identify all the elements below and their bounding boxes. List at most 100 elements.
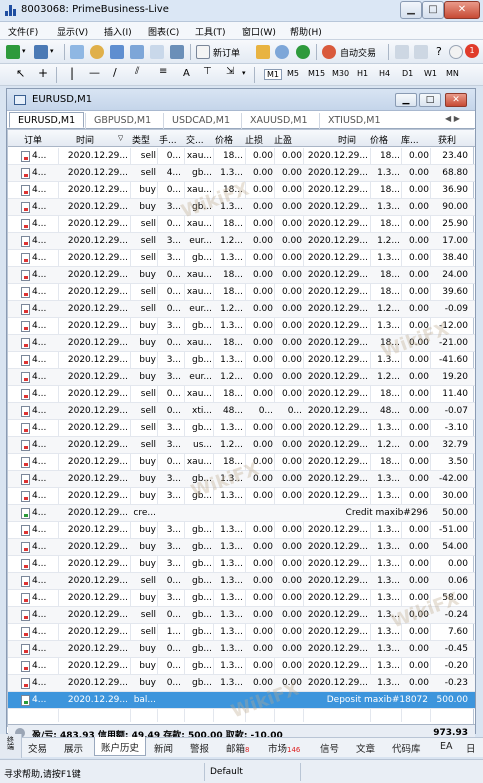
timeframe-mn[interactable]: MN (446, 69, 459, 78)
timeframe-h4[interactable]: H4 (379, 69, 390, 78)
table-row[interactable]: 4... 2020.12.29... sell 0... xau... 18... 0.00… (8, 148, 475, 165)
tab-exposure[interactable]: 展示 (64, 741, 83, 755)
table-row[interactable]: 4... 2020.12.29... sell 0... xti... 48... 0...… (8, 403, 475, 420)
zoom-in-icon[interactable] (414, 45, 428, 59)
timeframe-m5[interactable]: M5 (287, 69, 299, 78)
menu-view[interactable]: 显示(V) (57, 25, 88, 38)
timeframe-m1[interactable]: M1 (264, 69, 282, 80)
table-row[interactable]: 4... 2020.12.29... sell 3... us... 1.2... 0.00… (8, 437, 475, 454)
profiles-dropdown-icon[interactable]: ▾ (50, 47, 54, 55)
timeframe-m30[interactable]: M30 (332, 69, 349, 78)
table-row[interactable]: 4... 2020.12.29... buy 3... gb... 1.3... 0.00 0… (8, 539, 475, 556)
column-header-order[interactable]: 订单 (24, 133, 60, 146)
menu-file[interactable]: 文件(F) (8, 25, 38, 38)
cursor-icon[interactable]: ↖ (16, 67, 25, 80)
table-row[interactable]: 4... 2020.12.29... buy 0... gb... 1.3... 0.00 0… (8, 641, 475, 658)
table-row[interactable]: 4... 2020.12.29... buy 0... gb... 1.3... 0.00 0… (8, 675, 475, 692)
fibonacci-icon[interactable]: ≡ (159, 66, 167, 77)
table-row[interactable]: 4... 2020.12.29... sell 3... eur... 1.2... 0.0… (8, 233, 475, 250)
chart-close-button[interactable]: ✕ (445, 93, 467, 107)
table-row[interactable]: 4... 2020.12.29... buy 0... gb... 1.3... 0.00 0… (8, 658, 475, 675)
table-row[interactable]: 4... 2020.12.29... sell 0... xau... 18... 0.00… (8, 216, 475, 233)
table-row[interactable]: 4... 2020.12.29... buy 3... gb... 1.3... 0.00 0… (8, 522, 475, 539)
strategy-tester-icon[interactable] (150, 45, 164, 59)
table-row[interactable]: 4... 2020.12.29... buy 3... gb... 1.3... 0.00 0… (8, 556, 475, 573)
chart-tab-usdcad[interactable]: USDCAD,M1 (163, 113, 238, 129)
column-header-type[interactable]: 类型 (132, 133, 156, 146)
tab-journal[interactable]: 日 (466, 741, 476, 755)
chat-icon[interactable] (275, 45, 289, 59)
column-header-price[interactable]: 价格 (215, 133, 245, 146)
chart-tab-xauusd[interactable]: XAUUSD,M1 (241, 113, 316, 129)
chart-maximize-button[interactable]: □ (419, 93, 441, 107)
help-icon[interactable]: ? (436, 45, 442, 58)
column-header-lots[interactable]: 手... (159, 133, 179, 146)
table-row[interactable]: 4... 2020.12.29... sell 1... gb... 1.3... 0.00… (8, 624, 475, 641)
column-header-tp[interactable]: 止盈 (274, 133, 302, 146)
crosshair-icon[interactable]: + (38, 66, 48, 80)
table-row[interactable]: 4... 2020.12.29... buy 3... gb... 1.3... 0.00 0… (8, 488, 475, 505)
terminal-icon[interactable] (130, 45, 144, 59)
column-header-close-price[interactable]: 价格 (370, 133, 400, 146)
tab-code-base[interactable]: 代码库 (392, 741, 421, 755)
chart-tab-xtiusd[interactable]: XTIUSD,M1 (319, 113, 389, 129)
table-row[interactable]: 4... 2020.12.29... sell 0... eur... 1.2... 0.0… (8, 301, 475, 318)
auto-trading-button[interactable]: 自动交易 (340, 46, 376, 59)
terminal-side-label[interactable]: 终端 (0, 734, 22, 758)
table-row[interactable]: 4... 2020.12.29... sell 0... xau... 18... 0.00… (8, 284, 475, 301)
timeframe-m15[interactable]: M15 (308, 69, 325, 78)
vertical-line-icon[interactable]: | (70, 66, 74, 80)
vps-icon[interactable] (296, 45, 310, 59)
data-window-icon[interactable] (110, 45, 124, 59)
menu-help[interactable]: 帮助(H) (290, 25, 322, 38)
chart-minimize-button[interactable]: ▁ (395, 93, 417, 107)
arrows-icon[interactable]: ⇲ (226, 66, 234, 77)
text-icon[interactable]: A (183, 68, 190, 79)
table-row[interactable]: 4... 2020.12.29... sell 3... gb... 1.3... 0.00… (8, 250, 475, 267)
timeframe-h1[interactable]: H1 (357, 69, 368, 78)
timeframe-d1[interactable]: D1 (402, 69, 413, 78)
tab-news[interactable]: 新闻 (154, 741, 173, 755)
table-row[interactable]: 4... 2020.12.29... buy 3... gb... 1.3... 0.00 0… (8, 352, 475, 369)
notification-badge[interactable]: 1 (465, 44, 479, 58)
column-header-symbol[interactable]: 交... (186, 133, 212, 146)
table-row[interactable]: 4... 2020.12.29... buy 0... xau... 18... 0.00 0… (8, 335, 475, 352)
market-watch-icon[interactable] (70, 45, 84, 59)
menu-window[interactable]: 窗口(W) (242, 25, 276, 38)
auto-trading-icon[interactable] (322, 45, 336, 59)
table-row[interactable]: 4... 2020.12.29... buy 0... xau... 18... 0.00 0… (8, 182, 475, 199)
horizontal-line-icon[interactable]: — (89, 66, 100, 79)
close-button[interactable]: ✕ (444, 1, 480, 19)
new-chart-icon[interactable] (6, 45, 20, 59)
chart-tab-gbpusd[interactable]: GBPUSD,M1 (85, 113, 159, 129)
tab-scroll-arrows-icon[interactable]: ◀ ▶ (445, 114, 473, 123)
tab-experts[interactable]: EA (440, 741, 453, 752)
trendline-icon[interactable]: / (113, 66, 117, 79)
table-row[interactable]: 4... 2020.12.29... sell 0... xau... 18... 0.00… (8, 386, 475, 403)
table-row[interactable]: 4... 2020.12.29... buy 3... gb... 1.3... 0.00 0… (8, 318, 475, 335)
tab-trade[interactable]: 交易 (28, 741, 47, 755)
table-row[interactable]: 4... 2020.12.29... buy 3... gb... 1.3... 0.00 0… (8, 471, 475, 488)
history-center-icon[interactable] (170, 45, 184, 59)
menu-tools[interactable]: 工具(T) (195, 25, 226, 38)
tab-alerts[interactable]: 警报 (190, 741, 209, 755)
tab-market[interactable]: 市场146 (268, 741, 300, 755)
column-header-profit[interactable]: 获利 (438, 133, 468, 146)
table-row[interactable]: 4... 2020.12.29... sell 4... gb... 1.3... 0.00… (8, 165, 475, 182)
column-header-sl[interactable]: 止损 (245, 133, 273, 146)
tab-mailbox[interactable]: 邮箱8 (226, 741, 249, 755)
menu-insert[interactable]: 插入(I) (104, 25, 132, 38)
table-row[interactable]: 4... 2020.12.29... buy 3... eur... 1.2... 0.00… (8, 369, 475, 386)
search-icon[interactable] (449, 45, 463, 59)
tab-account-history[interactable]: 账户历史 (94, 737, 147, 756)
tab-signals[interactable]: 信号 (320, 741, 339, 755)
table-row[interactable]: 4... 2020.12.29... cre... 50.00 Credit maxib… (8, 505, 475, 522)
table-row[interactable]: 4... 2020.12.29... sell 3... gb... 1.3... 0.00… (8, 420, 475, 437)
table-row[interactable]: 4... 2020.12.29... buy 0... xau... 18... 0.00 0… (8, 267, 475, 284)
timeframe-w1[interactable]: W1 (424, 69, 437, 78)
channel-icon[interactable]: ⫽ (135, 66, 139, 77)
bar-chart-icon[interactable] (395, 45, 409, 59)
table-row[interactable]: 4... 2020.12.29... buy 3... gb... 1.3... 0.00 0… (8, 590, 475, 607)
tab-articles[interactable]: 文章 (356, 741, 375, 755)
metaeditor-icon[interactable] (256, 45, 270, 59)
